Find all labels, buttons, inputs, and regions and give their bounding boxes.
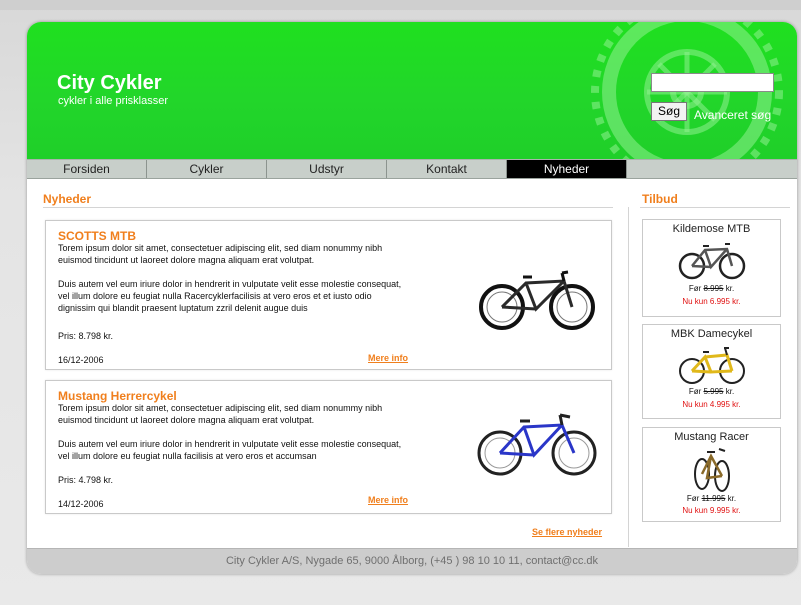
page-container: City Cykler cykler i alle prisklasser Sø… [27,22,797,574]
offer-card[interactable]: Kildemose MTB Før 8.995 kr. Nu kun 6.995… [642,219,781,317]
news-item: SCOTTS MTB Torem ipsum dolor sit amet, c… [45,220,612,370]
nav-item-udstyr[interactable]: Udstyr [267,160,387,178]
browser-top-strip [0,0,801,10]
search-input[interactable] [651,73,774,92]
news-item: Mustang Herrercykel Torem ipsum dolor si… [45,380,612,514]
news-section-title: Nyheder [43,192,92,206]
column-divider [628,207,629,547]
news-item-title[interactable]: Mustang Herrercykel [58,389,177,403]
site-header: City Cykler cykler i alle prisklasser Sø… [27,22,797,159]
news-divider [43,207,613,208]
site-logo-title[interactable]: City Cykler [57,72,162,95]
offer-new-price: Nu kun 9.995 kr. [682,506,741,515]
site-footer: City Cykler A/S, Nygade 65, 9000 Ålborg,… [27,548,797,574]
offer-name: Kildemose MTB [672,223,751,235]
offers-section-title: Tilbud [642,192,678,206]
news-item-price: Pris: 8.798 kr. [58,331,114,341]
news-item-title[interactable]: SCOTTS MTB [58,229,136,243]
see-more-news-link[interactable]: Se flere nyheder [532,527,602,537]
herrecykel-bike-image [477,413,597,476]
nav-item-nyheder[interactable]: Nyheder [507,160,627,178]
offer-old-price: Før 11.995 kr. [686,494,737,503]
offer-name: Mustang Racer [674,431,749,443]
offer-new-price: Nu kun 6.995 kr. [682,297,741,306]
offer-bike-image [694,448,730,492]
nav-item-cykler[interactable]: Cykler [147,160,267,178]
offer-name: MBK Damecykel [670,328,753,340]
nav-item-forsiden[interactable]: Forsiden [27,160,147,178]
mtb-bike-image [479,270,595,330]
search-button[interactable]: Søg [651,102,687,121]
main-nav: Forsiden Cykler Udstyr Kontakt Nyheder [27,159,797,179]
offer-new-price: Nu kun 4.995 kr. [682,400,741,409]
more-info-link[interactable]: Mere info [368,495,408,505]
news-item-date: 14/12-2006 [58,499,104,509]
news-item-paragraph: Duis autem vel eum iriure dolor in hendr… [58,439,402,461]
nav-filler [747,160,797,178]
offers-divider [640,207,790,208]
news-item-paragraph: Torem ipsum dolor sit amet, consectetuer… [58,243,383,265]
offer-bike-image [679,347,745,384]
nav-item-kontakt[interactable]: Kontakt [387,160,507,178]
offer-bike-image [678,243,746,280]
more-info-link[interactable]: Mere info [368,353,408,363]
news-item-date: 16/12-2006 [58,355,104,365]
news-item-price: Pris: 4.798 kr. [58,475,114,485]
offer-old-price: Før 8.995 kr. [688,284,735,293]
offer-card[interactable]: Mustang Racer Før 11.995 kr. Nu kun 9.99… [642,427,781,522]
advanced-search-link[interactable]: Avanceret søg [694,108,771,122]
offer-card[interactable]: MBK Damecykel Før 5.995 kr. Nu kun 4.995… [642,324,781,419]
offer-old-price: Før 5.995 kr. [688,387,735,396]
news-item-paragraph: Duis autem vel eum iriure dolor in hendr… [58,279,402,313]
site-tagline: cykler i alle prisklasser [58,95,169,107]
news-item-paragraph: Torem ipsum dolor sit amet, consectetuer… [58,403,383,425]
